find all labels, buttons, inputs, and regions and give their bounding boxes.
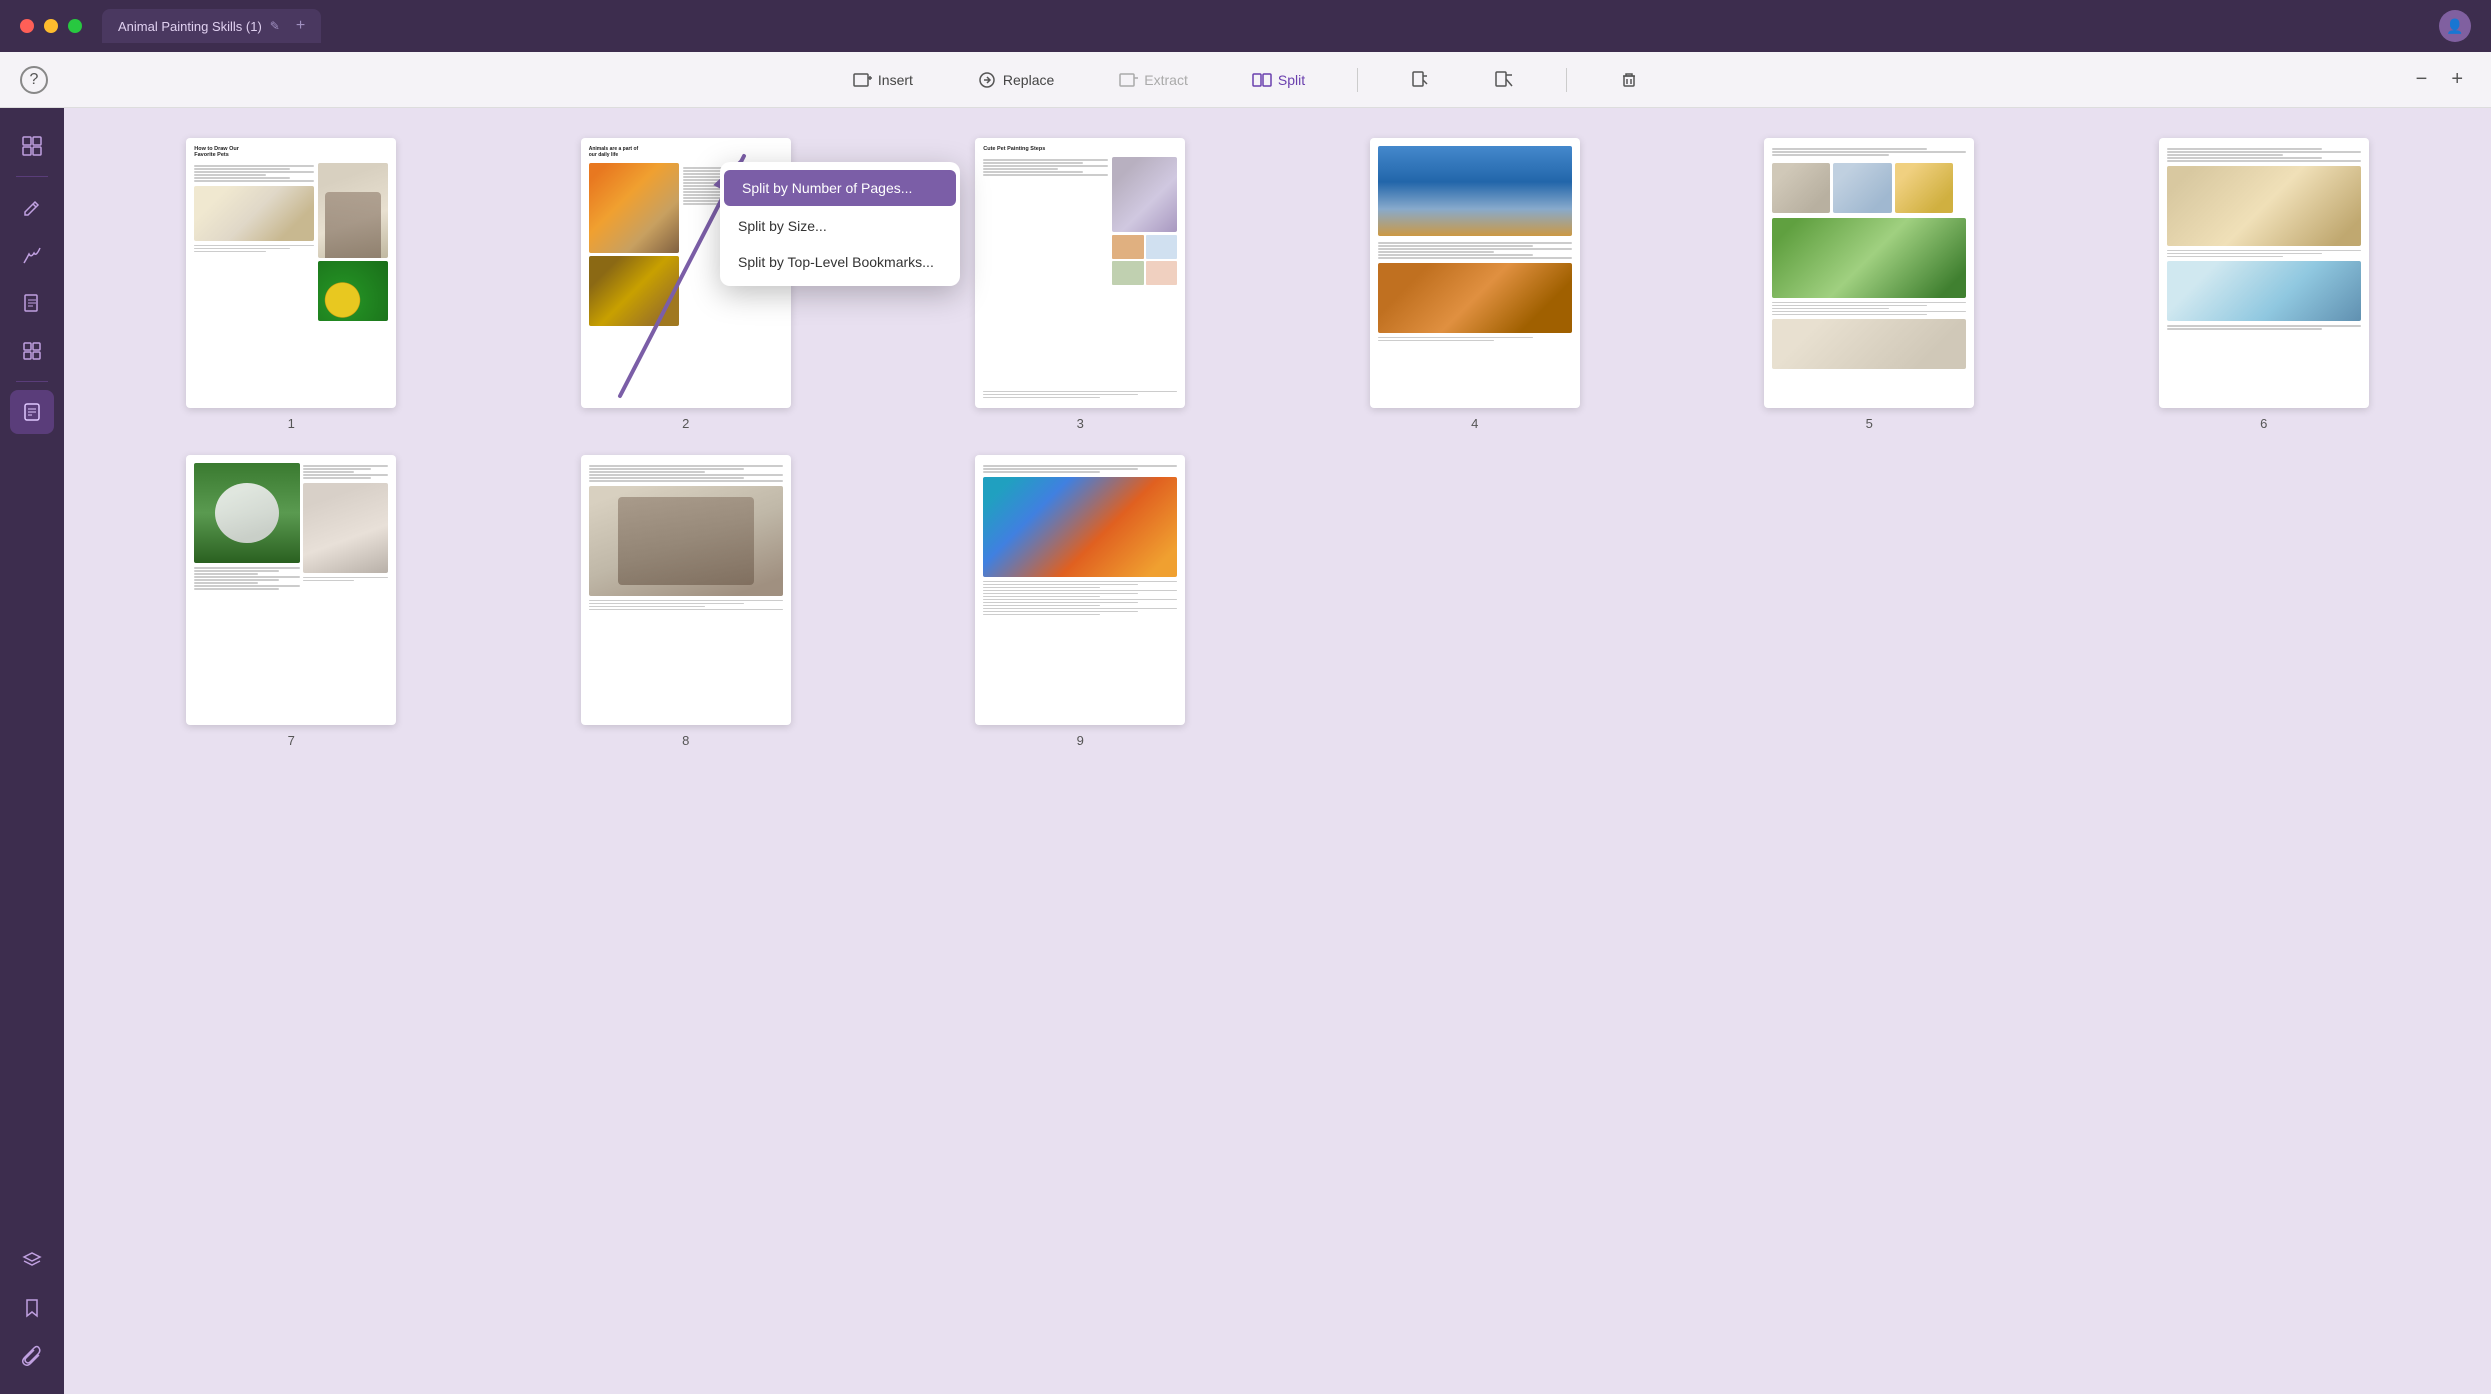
sidebar-item-pages[interactable] (10, 281, 54, 325)
page-item-5: 5 (1682, 138, 2057, 431)
sidebar-item-attachments[interactable] (10, 1334, 54, 1378)
split-label: Split (1278, 72, 1305, 88)
zoom-out-button[interactable]: − (2408, 64, 2436, 95)
split-icon (1252, 70, 1272, 90)
help-button[interactable]: ? (20, 66, 48, 94)
toolbar-separator-2 (1566, 68, 1567, 92)
pages-icon (21, 292, 43, 314)
content-area: How to Draw OurFavorite Pets (64, 108, 2491, 1394)
bookmarks-icon (21, 1297, 43, 1319)
zoom-controls: − + (2408, 64, 2471, 95)
sidebar-bottom (10, 1238, 54, 1378)
minimize-button[interactable] (44, 19, 58, 33)
sidebar-sep-1 (16, 176, 48, 177)
annotate-icon (21, 244, 43, 266)
page-number-9: 9 (1077, 733, 1084, 748)
new-tab-icon[interactable]: + (296, 17, 305, 35)
delete-button[interactable] (1607, 64, 1651, 96)
split-by-size-item[interactable]: Split by Size... (720, 208, 960, 244)
avatar[interactable]: 👤 (2439, 10, 2471, 42)
sidebar-item-bookmarks[interactable] (10, 1286, 54, 1330)
edit-icon (21, 196, 43, 218)
insert-label: Insert (878, 72, 913, 88)
edit-title-icon[interactable]: ✎ (270, 19, 280, 33)
sidebar-item-annotate[interactable] (10, 233, 54, 277)
page-thumb-1[interactable]: How to Draw OurFavorite Pets (186, 138, 396, 408)
toolbar: ? Insert Replace Extract Split (0, 52, 2491, 108)
page-item-6: 6 (2077, 138, 2452, 431)
delete-icon (1619, 70, 1639, 90)
sidebar-sep-2 (16, 381, 48, 382)
page-number-5: 5 (1866, 416, 1873, 431)
page-thumb-9[interactable] (975, 455, 1185, 725)
sidebar-item-layers[interactable] (10, 1238, 54, 1282)
page-number-8: 8 (682, 733, 689, 748)
page-thumb-8[interactable] (581, 455, 791, 725)
thumbnails-icon (21, 135, 43, 157)
page-thumb-6[interactable] (2159, 138, 2369, 408)
page-thumb-4[interactable] (1370, 138, 1580, 408)
sidebar-item-edit[interactable] (10, 185, 54, 229)
main-layout: How to Draw OurFavorite Pets (0, 108, 2491, 1394)
sidebar (0, 108, 64, 1394)
page-thumb-7[interactable] (186, 455, 396, 725)
traffic-lights (20, 19, 82, 33)
zoom-in-button[interactable]: + (2443, 64, 2471, 95)
sidebar-item-thumbnails[interactable] (10, 124, 54, 168)
page-number-3: 3 (1077, 416, 1084, 431)
page-number-2: 2 (682, 416, 689, 431)
title-tab: Animal Painting Skills (1) ✎ + (102, 9, 321, 43)
active-tool-icon (21, 401, 43, 423)
page-number-1: 1 (288, 416, 295, 431)
layers-icon (21, 1249, 43, 1271)
page-item-9: 9 (893, 455, 1268, 748)
tab-title: Animal Painting Skills (1) (118, 19, 262, 34)
extract-label: Extract (1144, 72, 1188, 88)
page-number-7: 7 (288, 733, 295, 748)
page-number-4: 4 (1471, 416, 1478, 431)
page-number-6: 6 (2260, 416, 2267, 431)
organize-icon (21, 340, 43, 362)
attachments-icon (21, 1345, 43, 1367)
sidebar-item-organize[interactable] (10, 329, 54, 373)
close-button[interactable] (20, 19, 34, 33)
titlebar: Animal Painting Skills (1) ✎ + 👤 (0, 0, 2491, 52)
toolbar-separator-1 (1357, 68, 1358, 92)
page-icon-btn-2[interactable] (1482, 64, 1526, 96)
split-button[interactable]: Split (1240, 64, 1317, 96)
page-icon-btn-1[interactable] (1398, 64, 1442, 96)
replace-button[interactable]: Replace (965, 64, 1066, 96)
page-item-4: 4 (1288, 138, 1663, 431)
page-item-8: 8 (499, 455, 874, 748)
insert-button[interactable]: Insert (840, 64, 925, 96)
page-thumb-3[interactable]: Cute Pet Painting Steps (975, 138, 1185, 408)
replace-icon (977, 70, 997, 90)
extract-button[interactable]: Extract (1106, 64, 1200, 96)
page-grid: How to Draw OurFavorite Pets (104, 138, 2451, 748)
replace-label: Replace (1003, 72, 1054, 88)
page-item-1: How to Draw OurFavorite Pets (104, 138, 479, 431)
page-icon-1 (1410, 70, 1430, 90)
page-thumb-5[interactable] (1764, 138, 1974, 408)
sidebar-item-active-tool[interactable] (10, 390, 54, 434)
maximize-button[interactable] (68, 19, 82, 33)
insert-icon (852, 70, 872, 90)
page-item-7: 7 (104, 455, 479, 748)
split-dropdown-menu: Split by Number of Pages... Split by Siz… (720, 162, 960, 286)
page-icon-2 (1494, 70, 1514, 90)
split-by-number-item[interactable]: Split by Number of Pages... (724, 170, 956, 206)
split-by-bookmarks-item[interactable]: Split by Top-Level Bookmarks... (720, 244, 960, 280)
extract-icon (1118, 70, 1138, 90)
